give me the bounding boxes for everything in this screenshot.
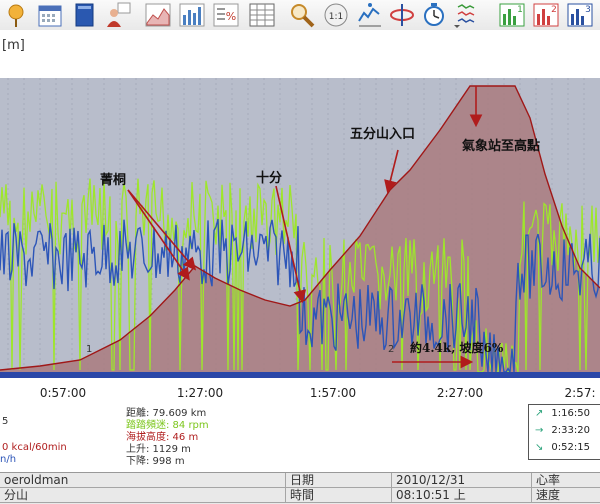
unit-row: [m] bbox=[0, 30, 600, 78]
zoom-icon[interactable] bbox=[288, 1, 316, 29]
x-axis-ticks: 0:57:00 1:27:00 1:57:00 2:27:00 2:57: bbox=[0, 378, 600, 404]
bar-graph-icon[interactable] bbox=[178, 1, 206, 29]
x-tick-label: 2:27:00 bbox=[436, 386, 484, 400]
athlete-icon[interactable] bbox=[104, 1, 132, 29]
book-icon[interactable] bbox=[70, 1, 98, 29]
calendar-icon[interactable] bbox=[36, 1, 64, 29]
graph-1-number: 1 bbox=[517, 5, 523, 15]
arrow-right-icon: → bbox=[535, 425, 544, 436]
stats-icon[interactable] bbox=[356, 1, 384, 29]
scale-one-to-one-icon[interactable]: 1:1 bbox=[322, 1, 350, 29]
graph-1-icon[interactable]: 1 bbox=[498, 1, 526, 29]
stat-left-2: 0 kcal/60min bbox=[2, 442, 67, 453]
area-graph-icon[interactable] bbox=[144, 1, 172, 29]
table-cell-date-label: 日期 bbox=[286, 473, 392, 488]
table-cell-time: 08:10:51 上 bbox=[392, 488, 532, 503]
time-in-zone-box: ↗ 1:16:50 → 2:33:20 ↘ 0:52:15 bbox=[528, 404, 600, 460]
stat-left-1: 5 bbox=[2, 416, 9, 427]
info-table: oeroldman 日期 2010/12/31 心率 分山 時間 08:10:5… bbox=[0, 472, 600, 504]
stat-descent: 下降: 998 m bbox=[126, 456, 185, 467]
zone-row-down: ↘ 0:52:15 bbox=[535, 442, 590, 453]
table-icon[interactable] bbox=[248, 1, 276, 29]
pin-icon[interactable] bbox=[2, 1, 30, 29]
arrow-down-right-icon: ↘ bbox=[535, 442, 544, 453]
zone-row-up: ↗ 1:16:50 bbox=[535, 408, 590, 419]
table-cell-speed-label: 速度 bbox=[532, 488, 600, 503]
table-cell-hr-label: 心率 bbox=[532, 473, 600, 488]
zone-time: 1:16:50 bbox=[551, 408, 590, 419]
graph-3-number: 3 bbox=[585, 5, 591, 15]
summary-stats: 5 0 kcal/60min n/h 距離: 79.609 km 踏踏頻迷: 8… bbox=[0, 404, 600, 472]
label-wufenshan: 五分山入口 bbox=[350, 126, 415, 142]
svg-text:%: % bbox=[226, 10, 236, 23]
table-cell-time-label: 時間 bbox=[286, 488, 392, 503]
percent-icon[interactable]: % bbox=[212, 1, 240, 29]
table-cell-user: oeroldman bbox=[0, 473, 286, 488]
scale-one-to-one-label: 1:1 bbox=[329, 12, 343, 22]
zone-time: 2:33:20 bbox=[551, 425, 590, 436]
y-axis-unit: [m] bbox=[2, 38, 25, 53]
label-weather-station: 氣象站至高點 bbox=[462, 138, 540, 154]
graph-2-icon[interactable]: 2 bbox=[532, 1, 560, 29]
label-jingtong: 菁桐 bbox=[100, 172, 126, 188]
table-cell-date: 2010/12/31 bbox=[392, 473, 532, 488]
label-shifen: 十分 bbox=[256, 170, 282, 186]
workout-graph[interactable]: 菁桐 十分 五分山入口 氣象站至高點 約4.4k, 坡度6% 1 2 bbox=[0, 78, 600, 378]
zone-row-flat: → 2:33:20 bbox=[535, 425, 590, 436]
label-slope: 約4.4k, 坡度6% bbox=[410, 340, 504, 355]
zone-time: 0:52:15 bbox=[551, 442, 590, 453]
stat-left-3: n/h bbox=[0, 454, 17, 465]
rotate-icon[interactable] bbox=[388, 1, 416, 29]
graph-2-number: 2 bbox=[551, 5, 557, 15]
arrow-up-right-icon: ↗ bbox=[535, 408, 544, 419]
table-cell-route: 分山 bbox=[0, 488, 286, 503]
x-tick-label: 0:57:00 bbox=[39, 386, 87, 400]
x-tick-label: 1:27:00 bbox=[176, 386, 224, 400]
series-select-icon[interactable] bbox=[452, 1, 480, 29]
lap-marker-2: 2 bbox=[388, 344, 394, 355]
toolbar: % 1:1 1 2 3 bbox=[0, 0, 600, 31]
lap-marker-1: 1 bbox=[86, 344, 92, 355]
graph-3-icon[interactable]: 3 bbox=[566, 1, 594, 29]
x-tick-label: 2:57: bbox=[564, 386, 596, 400]
x-tick-label: 1:57:00 bbox=[309, 386, 357, 400]
timer-icon[interactable] bbox=[420, 1, 448, 29]
